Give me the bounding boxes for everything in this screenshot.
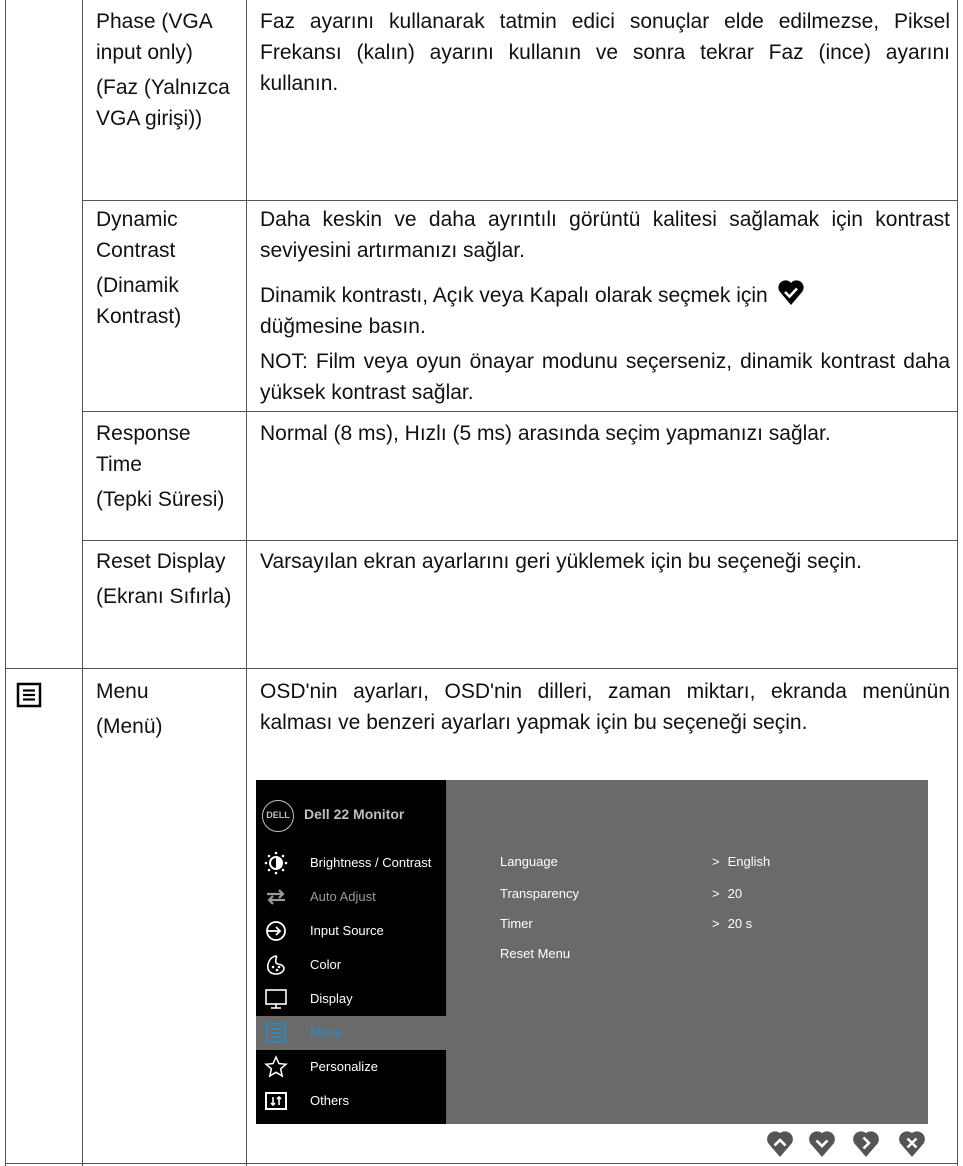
osd-setting-language[interactable]: Language	[500, 854, 558, 869]
label-english: Response Time	[96, 422, 191, 476]
description-text: OSD'nin ayarları, OSD'nin dilleri, zaman…	[260, 680, 950, 734]
osd-item-input-source[interactable]: Input Source	[256, 914, 446, 948]
setting-value: 20 s	[727, 916, 753, 931]
right-button-icon[interactable]	[852, 1130, 880, 1158]
osd-item-personalize[interactable]: Personalize	[256, 1050, 446, 1084]
osd-item-label: Menu	[310, 1025, 343, 1040]
menu-icon	[16, 682, 42, 708]
label-turkish: (Ekranı Sıfırla)	[96, 585, 232, 608]
osd-menu-screenshot: DELL Dell 22 Monitor Brightness / Contra…	[256, 780, 928, 1124]
up-button-icon[interactable]	[766, 1130, 794, 1158]
label-english: Menu	[96, 680, 149, 703]
down-button-icon[interactable]	[808, 1130, 836, 1158]
row-reset-display-label: Reset Display (Ekranı Sıfırla)	[96, 546, 236, 612]
row-menu-label: Menu (Menü)	[96, 676, 236, 742]
osd-setting-reset-menu[interactable]: Reset Menu	[500, 946, 570, 961]
label-english: Reset Display	[96, 550, 226, 573]
close-button-icon[interactable]	[898, 1130, 926, 1158]
label-english: Phase (VGA input only)	[96, 10, 212, 64]
display-icon	[265, 989, 287, 1009]
description-text: Faz ayarını kullanarak tatmin edici sonu…	[260, 10, 950, 95]
osd-setting-transparency[interactable]: Transparency	[500, 886, 579, 901]
row-reset-display-description: Varsayılan ekran ayarlarını geri yükleme…	[260, 546, 950, 577]
row-phase-description: Faz ayarını kullanarak tatmin edici sonu…	[260, 6, 950, 99]
osd-item-label: Color	[310, 957, 342, 972]
description-text: Normal (8 ms), Hızlı (5 ms) arasında seç…	[260, 422, 831, 445]
osd-item-auto-adjust[interactable]: Auto Adjust	[256, 880, 446, 914]
label-english: Dynamic Contrast	[96, 208, 178, 262]
osd-value-language: > English	[712, 854, 770, 869]
osd-item-label: Input Source	[310, 923, 384, 938]
brightness-icon	[264, 851, 288, 875]
others-icon	[265, 1092, 287, 1110]
chevron-right-icon: >	[712, 886, 720, 901]
osd-item-display[interactable]: Display	[256, 982, 446, 1016]
menu-icon	[266, 1023, 286, 1043]
description-text: Varsayılan ekran ayarlarını geri yükleme…	[260, 550, 862, 573]
osd-item-label: Auto Adjust	[310, 889, 376, 904]
auto-adjust-icon	[267, 889, 285, 905]
label-turkish: (Menü)	[96, 715, 163, 738]
osd-item-label: Display	[310, 991, 353, 1006]
label-turkish: (Dinamik Kontrast)	[96, 274, 182, 328]
description-text: düğmesine basın.	[260, 315, 426, 338]
label-turkish: (Tepki Süresi)	[96, 488, 225, 511]
osd-value-transparency: >20	[712, 886, 742, 901]
star-icon	[264, 1055, 288, 1078]
osd-item-menu[interactable]: Menu	[256, 1016, 446, 1050]
description-text: Dinamik kontrastı, Açık veya Kapalı olar…	[260, 284, 768, 307]
description-text: Daha keskin ve daha ayrıntılı görüntü ka…	[260, 208, 950, 262]
dell-logo: DELL	[262, 800, 294, 832]
osd-value-timer: >20 s	[712, 916, 752, 931]
osd-item-brightness-contrast[interactable]: Brightness / Contrast	[256, 846, 446, 880]
row-phase-label: Phase (VGA input only) (Faz (Yalnızca VG…	[96, 6, 236, 134]
setting-value: English	[727, 854, 771, 869]
note-text: NOT: Film veya oyun önayar modunu seçers…	[260, 350, 950, 404]
osd-item-others[interactable]: Others	[256, 1084, 446, 1118]
row-dynamic-contrast-label: Dynamic Contrast (Dinamik Kontrast)	[96, 204, 236, 332]
osd-setting-timer[interactable]: Timer	[500, 916, 533, 931]
chevron-right-icon: >	[712, 854, 720, 869]
setting-value: 20	[727, 886, 743, 901]
row-response-time-description: Normal (8 ms), Hızlı (5 ms) arasında seç…	[260, 418, 950, 449]
color-icon	[267, 955, 285, 975]
osd-title: Dell 22 Monitor	[304, 806, 405, 822]
osd-item-label: Others	[310, 1093, 350, 1108]
row-response-time-label: Response Time (Tepki Süresi)	[96, 418, 236, 515]
check-button-icon	[777, 280, 804, 305]
osd-item-label: Brightness / Contrast	[310, 855, 432, 870]
osd-sidebar: DELL Dell 22 Monitor Brightness / Contra…	[256, 780, 446, 1124]
osd-item-label: Personalize	[310, 1059, 378, 1074]
osd-item-color[interactable]: Color	[256, 948, 446, 982]
row-menu-description: OSD'nin ayarları, OSD'nin dilleri, zaman…	[260, 676, 950, 738]
chevron-right-icon: >	[712, 916, 720, 931]
label-turkish: (Faz (Yalnızca VGA girişi))	[96, 76, 230, 130]
row-dynamic-contrast-description: Daha keskin ve daha ayrıntılı görüntü ka…	[260, 204, 950, 408]
input-source-icon	[266, 921, 286, 941]
